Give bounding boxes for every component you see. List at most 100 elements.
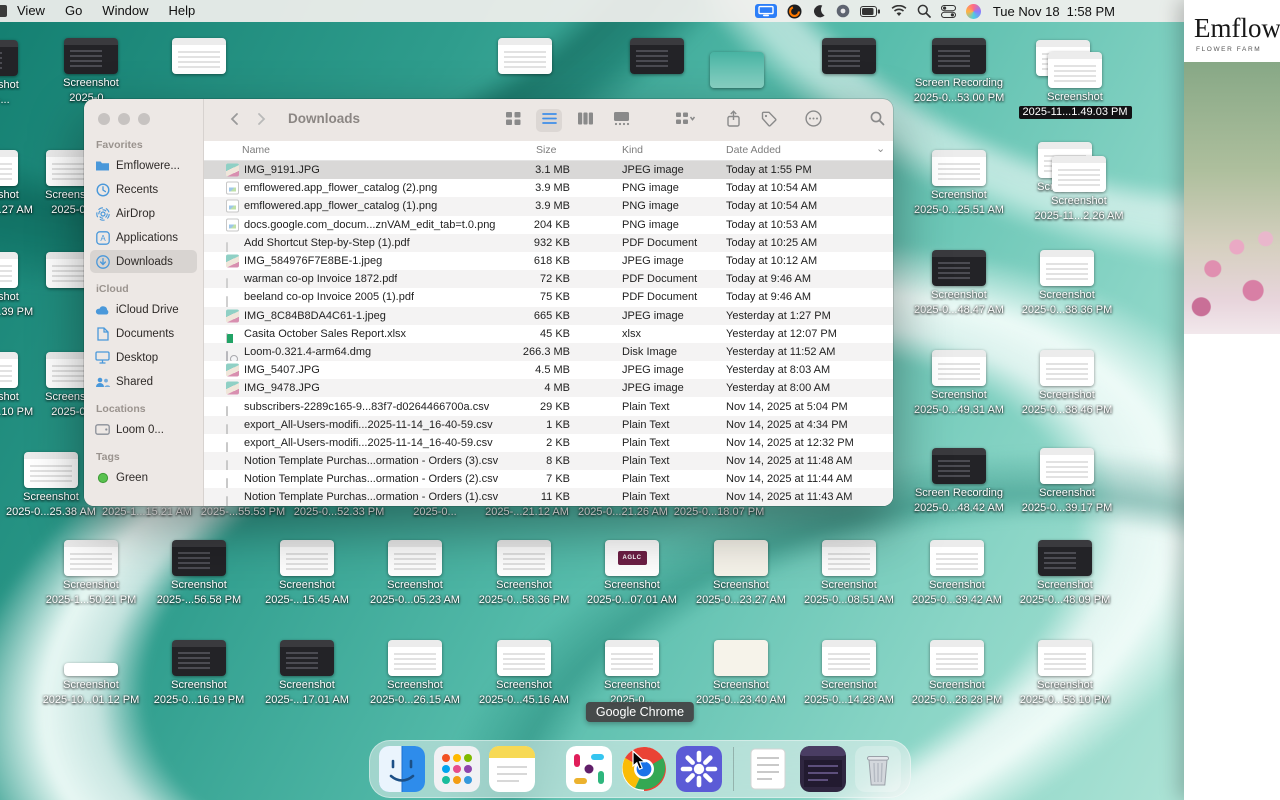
forward-button[interactable] (248, 111, 274, 131)
close-button[interactable] (98, 113, 110, 125)
column-header-date-added[interactable]: Date Added (726, 144, 781, 156)
column-header-kind[interactable]: Kind (622, 144, 643, 156)
desktop-icon[interactable] (710, 52, 764, 88)
desktop-icon[interactable]: Screenshot 2025-0...28.28 PM (912, 640, 1002, 707)
desktop-icon[interactable]: Screenshot 2025-0...38.46 PM (1022, 350, 1112, 417)
file-row[interactable]: emflowered.app_flower_catalog (2).png 3.9… (204, 179, 893, 198)
file-row[interactable]: IMG_584976F7E8BE-1.jpeg 618 KB JPEG image T… (204, 251, 893, 271)
minimize-button[interactable] (118, 113, 130, 125)
sidebar-item-green[interactable]: Green (90, 466, 197, 489)
desktop-icon[interactable]: AGLC Screenshot 2025-0...07.01 AM (587, 540, 677, 607)
desktop-icon[interactable]: Screenshot2025-0... (604, 640, 660, 707)
desktop-icon[interactable]: Screenshot 2025-0...48.47 AM (914, 250, 1004, 317)
dock-slack-icon[interactable] (566, 746, 612, 792)
desktop-icon[interactable]: Screenshot 2025-11...2.26 AM (1034, 156, 1124, 223)
desktop-icon[interactable] (630, 38, 684, 74)
desktop-icon[interactable] (822, 38, 876, 74)
desktop-icon[interactable]: Screenshot 2025-0...49.31 AM (914, 350, 1004, 417)
zoom-button[interactable] (138, 113, 150, 125)
desktop-icon[interactable]: Screen Recording 2025-0...53.00 PM (914, 38, 1004, 105)
file-row[interactable]: Notion Template Purchas...ormation - Ord… (204, 470, 893, 493)
desktop-icon[interactable]: Screenshot 2025-0...14.28 AM (804, 640, 894, 707)
sidebar-item-icloud-drive[interactable]: iCloud Drive (90, 298, 197, 321)
control-center-icon[interactable] (940, 3, 956, 19)
desktop-icon[interactable]: Screenshot 2025-0...23.27 AM (696, 540, 786, 607)
file-row[interactable]: warman co-op Invoice 1872.pdf 72 KB PDF Do… (204, 270, 893, 293)
file-row[interactable]: Add Shortcut Step-by-Step (1).pdf 932 KB P… (204, 233, 893, 256)
desktop-icon[interactable]: Screenshot 2025-0...16.19 PM (154, 640, 244, 707)
moon-icon[interactable] (812, 3, 826, 19)
desktop-icon[interactable]: Screenshot 2025-0...25.51 AM (914, 150, 1004, 217)
desktop-icon[interactable]: Screenshot 2025-1...50.21 PM (46, 540, 136, 607)
view-gallery-button[interactable] (608, 111, 634, 131)
record-indicator-icon[interactable] (787, 3, 802, 19)
menu-go[interactable]: Go (55, 3, 92, 18)
file-row[interactable]: Loom-0.321.4-arm64.dmg 266.3 MB Disk Image… (204, 342, 893, 365)
desktop-icon[interactable]: Screenshot 2025-0...39.17 PM (1022, 448, 1112, 515)
sidebar-item-downloads[interactable]: Downloads (90, 250, 197, 273)
file-row[interactable]: export_All-Users-modifi...2025-11-14_16-… (204, 433, 893, 456)
file-row[interactable]: Casita October Sales Report.xlsx 45 KB xls… (204, 324, 893, 347)
sidebar-item-desktop[interactable]: Desktop (90, 346, 197, 369)
wifi-icon[interactable] (891, 3, 907, 19)
dock-loom-icon[interactable] (676, 746, 722, 792)
desktop-icon[interactable]: Screenshot 2025-0...48.09 PM (1020, 540, 1110, 607)
battery-icon[interactable] (859, 3, 881, 19)
desktop-icon[interactable]: Screenshot 2025-10...01.12 PM (43, 640, 139, 707)
file-row[interactable]: beeland co-op Invoice 2005 (1).pdf 75 KB P… (204, 288, 893, 311)
desktop-icon[interactable]: Screenshot 2025-0...38.36 PM (1022, 250, 1112, 317)
spotlight-icon[interactable] (917, 3, 931, 19)
sidebar-item-shared[interactable]: Shared (90, 370, 197, 393)
dock-notes-icon[interactable] (489, 746, 535, 792)
search-button[interactable] (864, 111, 890, 131)
sidebar-item-airdrop[interactable]: AirDrop (90, 202, 197, 225)
dock-document-icon[interactable] (745, 746, 791, 792)
tag-button[interactable] (756, 111, 782, 131)
desktop-icon[interactable]: Screenshot 2025-0...25.38 AM (6, 452, 96, 519)
file-row[interactable]: export_All-Users-modifi...2025-11-14_16-… (204, 415, 893, 438)
file-row[interactable]: docs.google.com_docum...znVAM_edit_tab=t… (204, 215, 893, 234)
desktop-icon[interactable]: Screenshot 2025-0...5.39 PM (0, 252, 33, 319)
dock-finder-icon[interactable] (379, 746, 425, 792)
desktop-icon[interactable] (172, 38, 226, 74)
desktop-icon[interactable]: Screenshot 2025-0...23.40 AM (696, 640, 786, 707)
dock-launchpad-icon[interactable] (434, 746, 480, 792)
desktop-icon[interactable]: Screenshot2025-0... (63, 38, 119, 105)
menu-bar-clock[interactable]: 1:58 PM (1067, 4, 1115, 19)
desktop-icon[interactable]: Screenshot 2025-0...58.36 PM (479, 540, 569, 607)
menu-view[interactable]: View (7, 3, 55, 18)
desktop-icon[interactable]: Screenshot 2025-...15.45 AM (265, 540, 349, 607)
sidebar-item-emflowere[interactable]: Emflowere... (90, 154, 197, 177)
menu-bar-date[interactable]: Tue Nov 18 (993, 4, 1060, 19)
desktop-icon[interactable] (498, 38, 552, 74)
desktop-icon[interactable]: Screenshot 2025-...56.58 PM (157, 540, 241, 607)
desktop-icon[interactable]: Screen Recording 2025-0...48.42 AM (914, 448, 1004, 515)
view-grid-button[interactable] (500, 111, 526, 131)
group-button[interactable] (672, 111, 698, 131)
finder-window[interactable]: Favorites Emflowere... Recents AirDrop A Appl… (84, 99, 893, 506)
file-row[interactable]: subscribers-2289c165-9...83f7-d026446670… (204, 397, 893, 420)
desktop-icon[interactable]: Screenshot 2025-...17.01 AM (265, 640, 349, 707)
back-button[interactable] (222, 111, 248, 131)
share-button[interactable] (720, 110, 746, 131)
file-row[interactable]: emflowered.app_flower_catalog (1).png 3.9… (204, 197, 893, 216)
sidebar-item-recents[interactable]: Recents (90, 178, 197, 201)
emflower-side-panel[interactable]: Emflower FLOWER FARM (1184, 0, 1280, 800)
sidebar-item-applications[interactable]: A Applications (90, 226, 197, 249)
desktop-icon[interactable]: Screenshot 2025-0...39.42 AM (912, 540, 1002, 607)
sidebar-item-documents[interactable]: Documents (90, 322, 197, 345)
siri-icon[interactable] (965, 3, 981, 19)
screen-mirroring-icon[interactable] (754, 3, 777, 19)
desktop-icon[interactable]: Screenshot 2025-0...26.15 AM (370, 640, 460, 707)
more-button[interactable] (800, 110, 826, 131)
loom-status-icon[interactable] (836, 3, 850, 19)
file-row[interactable]: IMG_8C84B8DA4C61-1.jpeg 665 KB JPEG image Y… (204, 306, 893, 325)
file-row[interactable]: Notion Template Purchas...ormation - Ord… (204, 488, 893, 506)
view-list-button[interactable] (536, 109, 562, 132)
desktop-icon[interactable]: Screenshot2025-... (0, 40, 19, 107)
sort-chevron-icon[interactable]: ⌄ (876, 142, 885, 155)
menu-window[interactable]: Window (92, 3, 158, 18)
file-row[interactable]: IMG_5407.JPG 4.5 MB JPEG image Yesterday at… (204, 361, 893, 380)
file-row[interactable]: IMG_9191.JPG 3.1 MB JPEG image Today at 1:5… (204, 161, 893, 180)
column-header-size[interactable]: Size (536, 144, 556, 156)
